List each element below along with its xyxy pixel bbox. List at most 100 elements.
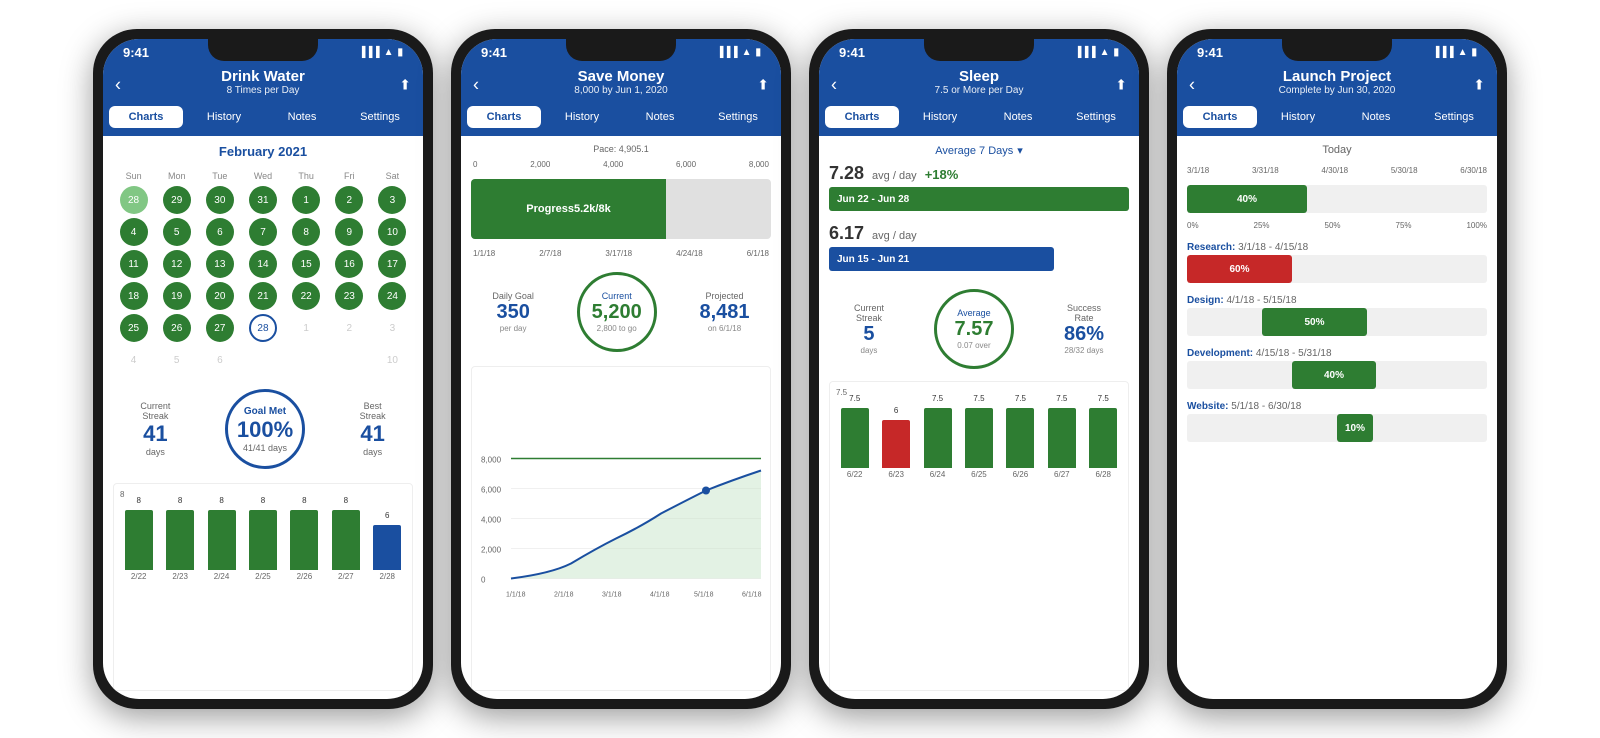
tab-charts-4[interactable]: Charts bbox=[1183, 106, 1257, 128]
cal-day[interactable]: 10 bbox=[378, 218, 406, 246]
tab-notes-2[interactable]: Notes bbox=[623, 106, 697, 128]
back-btn-4[interactable]: ‹ bbox=[1189, 75, 1195, 96]
tab-settings-2[interactable]: Settings bbox=[701, 106, 775, 128]
cal-header-thu: Thu bbox=[286, 169, 327, 183]
share-btn-3[interactable]: ⬆ bbox=[1115, 77, 1127, 94]
time-3: 9:41 bbox=[839, 45, 865, 60]
cal-day[interactable]: 3 bbox=[378, 186, 406, 214]
cal-day[interactable]: 30 bbox=[206, 186, 234, 214]
share-btn-4[interactable]: ⬆ bbox=[1473, 77, 1485, 94]
tab-charts-3[interactable]: Charts bbox=[825, 106, 899, 128]
share-btn-2[interactable]: ⬆ bbox=[757, 77, 769, 94]
cal-day[interactable]: 27 bbox=[206, 314, 234, 342]
back-btn-3[interactable]: ‹ bbox=[831, 75, 837, 96]
timeline-header: 3/1/18 3/31/18 4/30/18 5/30/18 6/30/18 bbox=[1187, 166, 1487, 179]
back-btn-1[interactable]: ‹ bbox=[115, 75, 121, 96]
tab-notes-3[interactable]: Notes bbox=[981, 106, 1055, 128]
cal-day[interactable]: 25 bbox=[120, 314, 148, 342]
sleep-stats: CurrentStreak 5 days Average 7.57 0.07 o… bbox=[829, 283, 1129, 375]
bar-date: 2/23 bbox=[172, 572, 188, 581]
time-4: 9:41 bbox=[1197, 45, 1223, 60]
cal-day[interactable]: 21 bbox=[249, 282, 277, 310]
wifi-icon: ▲ bbox=[1100, 47, 1110, 58]
cal-day[interactable]: 19 bbox=[163, 282, 191, 310]
avg-label: Average 7 Days bbox=[935, 145, 1013, 157]
tab-charts-2[interactable]: Charts bbox=[467, 106, 541, 128]
line-chart-area: 8,000 6,000 4,000 2,000 0 bbox=[471, 366, 771, 691]
cal-day[interactable]: 5 bbox=[163, 218, 191, 246]
sleep-bar: 7.5 bbox=[1048, 408, 1076, 468]
tab-history-4[interactable]: History bbox=[1261, 106, 1335, 128]
cal-day[interactable]: 23 bbox=[335, 282, 363, 310]
cal-day[interactable]: 9 bbox=[335, 218, 363, 246]
cal-day[interactable]: 8 bbox=[292, 218, 320, 246]
gantt-bar-design: 50% bbox=[1262, 308, 1367, 336]
avg-circle-label: Average bbox=[957, 308, 990, 318]
sleep-bar-col: 7.5 6/25 bbox=[965, 408, 993, 479]
tl-date-4: 5/30/18 bbox=[1391, 166, 1418, 175]
cal-day[interactable]: 12 bbox=[163, 250, 191, 278]
avg-circle-value: 7.57 bbox=[955, 318, 994, 341]
tab-notes-4[interactable]: Notes bbox=[1339, 106, 1413, 128]
cal-day[interactable]: 14 bbox=[249, 250, 277, 278]
gantt-track-development: 40% bbox=[1187, 361, 1487, 389]
cal-day[interactable]: 6 bbox=[206, 218, 234, 246]
cal-day-today[interactable]: 28 bbox=[249, 314, 277, 342]
tab-notes-1[interactable]: Notes bbox=[265, 106, 339, 128]
stats-row-1: CurrentStreak 41 days Goal Met 100% 41/4… bbox=[113, 381, 413, 477]
gantt-row-design: Design: 4/1/18 - 5/15/18 50% bbox=[1187, 295, 1487, 336]
share-btn-1[interactable]: ⬆ bbox=[399, 77, 411, 94]
tab-charts-1[interactable]: Charts bbox=[109, 106, 183, 128]
cal-day[interactable]: 15 bbox=[292, 250, 320, 278]
projected-label: Projected bbox=[700, 291, 750, 301]
sleep-bar: 7.5 bbox=[924, 408, 952, 468]
date-4: 4/24/18 bbox=[676, 249, 703, 258]
week1-unit: avg / day bbox=[872, 170, 917, 182]
cal-day[interactable]: 11 bbox=[120, 250, 148, 278]
bar-value-label: 8 bbox=[261, 496, 265, 505]
bar-value-label: 8 bbox=[219, 496, 223, 505]
tab-settings-3[interactable]: Settings bbox=[1059, 106, 1133, 128]
success-rate-label: SuccessRate bbox=[1064, 303, 1104, 323]
bar-value-label: 8 bbox=[302, 496, 306, 505]
gantt-bar-research: 60% bbox=[1187, 255, 1292, 283]
cal-day bbox=[292, 346, 320, 374]
cal-day[interactable]: 28 bbox=[120, 186, 148, 214]
tab-history-2[interactable]: History bbox=[545, 106, 619, 128]
cal-day[interactable]: 26 bbox=[163, 314, 191, 342]
date-1: 1/1/18 bbox=[473, 249, 495, 258]
tab-history-3[interactable]: History bbox=[903, 106, 977, 128]
title-4: Launch Project bbox=[1217, 68, 1457, 85]
cal-day[interactable]: 4 bbox=[120, 218, 148, 246]
avg-circle-sub: 0.07 over bbox=[957, 341, 990, 350]
cal-day[interactable]: 17 bbox=[378, 250, 406, 278]
svg-text:2/1/18: 2/1/18 bbox=[554, 592, 574, 599]
success-rate-stat: SuccessRate 86% 28/32 days bbox=[1064, 303, 1104, 355]
cal-day[interactable]: 13 bbox=[206, 250, 234, 278]
status-icons-1: ▐▐▐ ▲ ▮ bbox=[358, 47, 403, 58]
cal-day[interactable]: 7 bbox=[249, 218, 277, 246]
tab-history-1[interactable]: History bbox=[187, 106, 261, 128]
cal-day[interactable]: 24 bbox=[378, 282, 406, 310]
cal-day[interactable]: 20 bbox=[206, 282, 234, 310]
avg-header[interactable]: Average 7 Days ▾ bbox=[829, 144, 1129, 157]
svg-text:8,000: 8,000 bbox=[481, 456, 502, 465]
goal-met-sub: 41/41 days bbox=[243, 443, 287, 453]
date-axis: 1/1/18 2/7/18 3/17/18 4/24/18 6/1/18 bbox=[471, 249, 771, 258]
signal-icon: ▐▐▐ bbox=[1074, 47, 1095, 58]
time-2: 9:41 bbox=[481, 45, 507, 60]
battery-icon: ▮ bbox=[1471, 47, 1477, 58]
gantt-track-research: 60% bbox=[1187, 255, 1487, 283]
cal-day[interactable]: 18 bbox=[120, 282, 148, 310]
cal-day[interactable]: 29 bbox=[163, 186, 191, 214]
cal-day[interactable]: 1 bbox=[292, 186, 320, 214]
cal-day[interactable]: 2 bbox=[335, 186, 363, 214]
back-btn-2[interactable]: ‹ bbox=[473, 75, 479, 96]
cal-day[interactable]: 16 bbox=[335, 250, 363, 278]
cal-day[interactable]: 31 bbox=[249, 186, 277, 214]
subtitle-3: 7.5 or More per Day bbox=[859, 85, 1099, 96]
bar-date: 2/24 bbox=[214, 572, 230, 581]
tab-settings-1[interactable]: Settings bbox=[343, 106, 417, 128]
tab-settings-4[interactable]: Settings bbox=[1417, 106, 1491, 128]
cal-day[interactable]: 22 bbox=[292, 282, 320, 310]
